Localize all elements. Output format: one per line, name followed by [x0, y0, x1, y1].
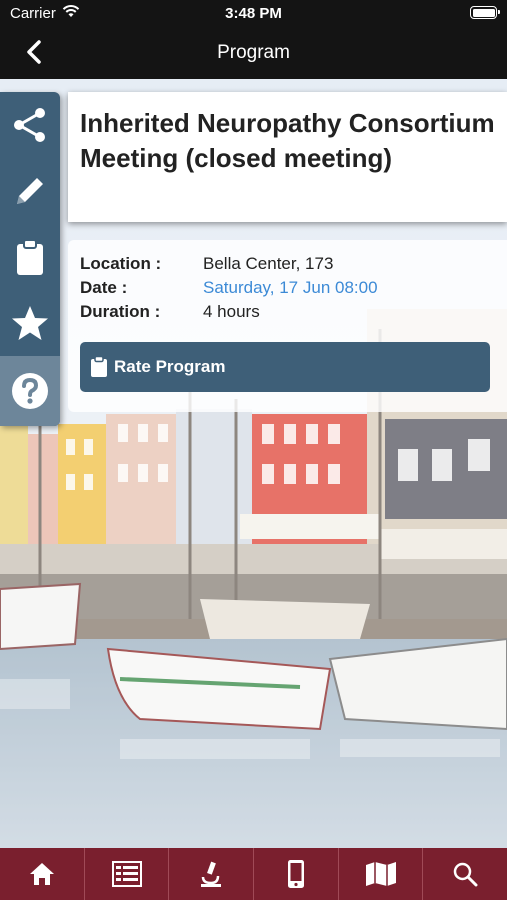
- program-title-card: Inherited Neuropathy Consortium Meeting …: [68, 92, 507, 222]
- program-title: Inherited Neuropathy Consortium Meeting …: [80, 108, 495, 173]
- date-label: Date :: [80, 278, 128, 297]
- rate-program-button[interactable]: Rate Program: [80, 342, 490, 392]
- microscope-icon: [201, 861, 222, 887]
- duration-label: Duration :: [80, 302, 161, 321]
- tab-mobile[interactable]: [254, 848, 339, 900]
- tab-map[interactable]: [339, 848, 424, 900]
- question-icon: [12, 373, 48, 409]
- page-title: Program: [217, 42, 290, 63]
- search-icon: [453, 862, 478, 887]
- tab-home[interactable]: [0, 848, 85, 900]
- clipboard-icon: [17, 239, 43, 275]
- tab-search[interactable]: [423, 848, 507, 900]
- battery-icon: [470, 6, 500, 19]
- home-icon: [29, 863, 54, 885]
- pencil-icon: [17, 178, 43, 204]
- list-icon: [111, 861, 142, 887]
- location-value: Bella Center, 173: [203, 254, 334, 273]
- share-button[interactable]: [0, 92, 60, 158]
- status-time: 3:48 PM: [225, 5, 282, 22]
- bottom-tab-bar: [0, 848, 507, 900]
- star-icon: [12, 306, 48, 340]
- program-info-card: Location : Bella Center, 173 Date : Satu…: [68, 240, 507, 412]
- share-icon: [14, 108, 45, 142]
- edit-button[interactable]: [0, 158, 60, 224]
- location-label: Location :: [80, 254, 162, 273]
- date-link[interactable]: Saturday, 17 Jun 08:00: [203, 278, 378, 298]
- tab-science[interactable]: [169, 848, 255, 900]
- phone-icon: [287, 860, 304, 888]
- rate-program-label: Rate Program: [114, 357, 226, 376]
- top-bar: Carrier 3:48 PM Program: [0, 0, 507, 79]
- side-toolbar: [0, 92, 60, 426]
- duration-value: 4 hours: [203, 302, 260, 321]
- clipboard-icon: [90, 356, 108, 378]
- clipboard-button[interactable]: [0, 224, 60, 290]
- tab-program[interactable]: [85, 848, 170, 900]
- favorite-button[interactable]: [0, 290, 60, 356]
- map-icon: [365, 862, 396, 886]
- help-button[interactable]: [0, 356, 60, 426]
- status-bar: Carrier 3:48 PM: [0, 0, 507, 28]
